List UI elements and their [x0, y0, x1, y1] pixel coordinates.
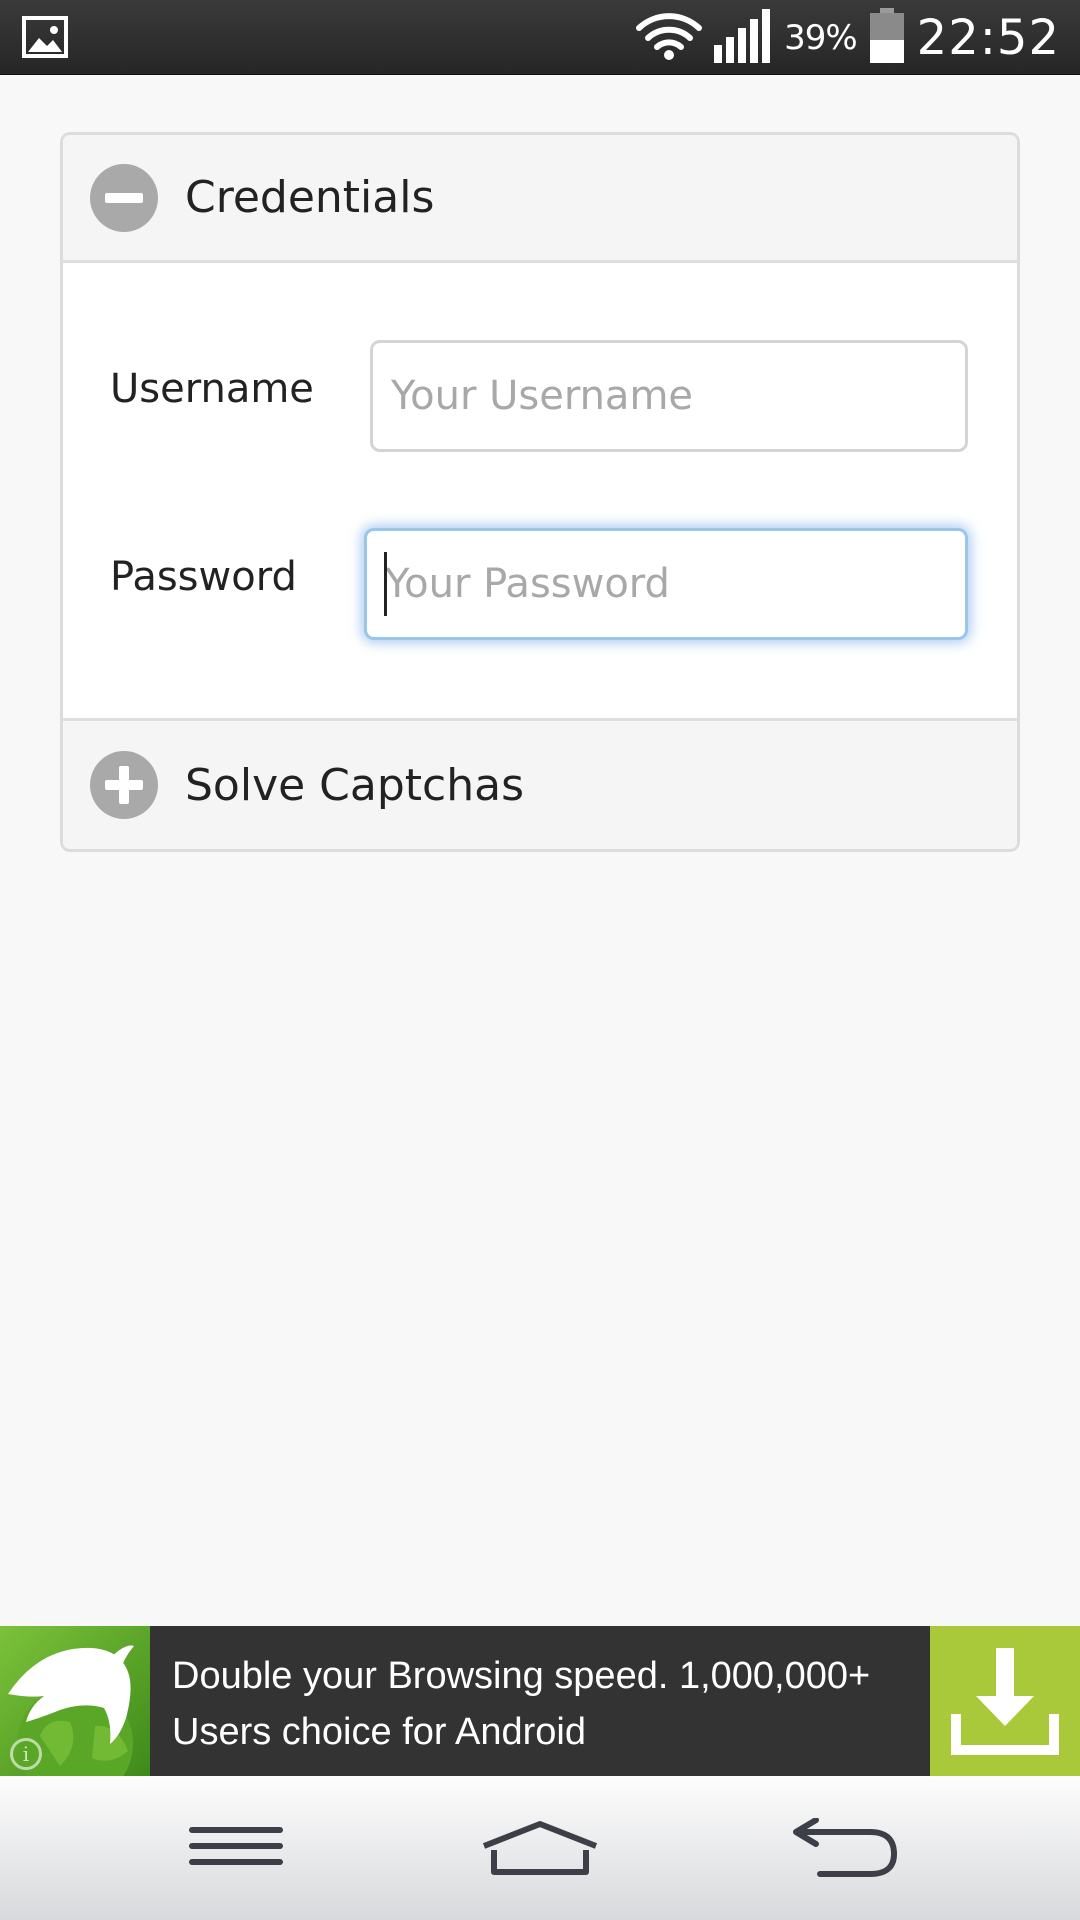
home-button[interactable] — [470, 1796, 610, 1900]
menu-icon — [189, 1827, 283, 1865]
menu-button[interactable] — [167, 1796, 307, 1900]
username-input[interactable] — [370, 340, 968, 452]
username-label: Username — [110, 366, 314, 412]
credentials-title: Credentials — [185, 172, 435, 223]
password-label: Password — [110, 554, 297, 600]
signal-icon — [714, 8, 772, 67]
captchas-title: Solve Captchas — [185, 759, 525, 811]
download-button[interactable] — [930, 1626, 1080, 1776]
gallery-notification-icon — [22, 16, 68, 58]
back-button[interactable] — [775, 1796, 915, 1900]
text-caret — [384, 552, 387, 616]
ad-text: Double your Browsing speed. 1,000,000+ U… — [172, 1655, 871, 1753]
password-input[interactable] — [364, 528, 968, 640]
accordion-panel: Credentials Solve Captchas — [60, 132, 1020, 852]
info-icon[interactable]: i — [10, 1738, 42, 1770]
home-icon — [482, 1821, 598, 1875]
nav-bar — [0, 1776, 1080, 1920]
battery-icon — [869, 7, 905, 68]
battery-percent: 39% — [784, 17, 858, 58]
expand-plus-icon[interactable] — [90, 751, 158, 819]
dolphin-browser-icon[interactable]: i — [0, 1626, 150, 1776]
back-icon — [793, 1818, 898, 1877]
download-icon — [951, 1648, 1059, 1755]
wifi-icon — [636, 11, 703, 65]
credentials-section-header[interactable]: Credentials — [63, 135, 1017, 263]
credentials-form — [63, 266, 1017, 718]
captchas-section-header[interactable]: Solve Captchas — [63, 718, 1017, 849]
status-right: 39% 22:52 — [636, 0, 1060, 75]
clock: 22:52 — [916, 9, 1060, 66]
ad-banner[interactable]: i Double your Browsing speed. 1,000,000+… — [0, 1626, 1080, 1776]
collapse-minus-icon[interactable] — [90, 163, 158, 232]
status-bar: 39% 22:52 — [0, 0, 1080, 75]
